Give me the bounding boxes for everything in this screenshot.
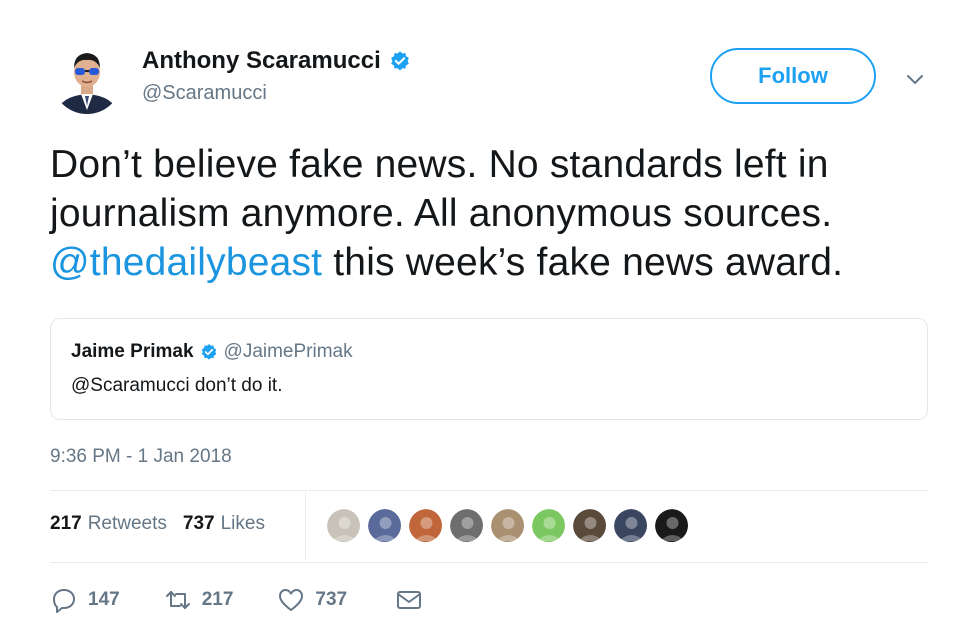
tweet-text: Don’t believe fake news. No standards le…	[50, 140, 930, 287]
liker-avatar-icon[interactable]	[326, 508, 361, 543]
heart-icon	[279, 589, 304, 611]
liker-avatar-icon[interactable]	[531, 508, 566, 543]
reply-icon	[53, 589, 75, 613]
quoted-author-handle: @JaimePrimak	[223, 341, 353, 362]
likes-label[interactable]: Likes	[221, 513, 265, 535]
reply-button[interactable]: 147	[50, 586, 120, 614]
tweet-text-before: Don’t believe fake news. No standards le…	[50, 143, 833, 235]
divider	[50, 490, 928, 491]
quoted-author-name: Jaime Primak	[71, 341, 194, 362]
author-name[interactable]: Anthony Scaramucci	[142, 46, 381, 76]
reply-count: 147	[88, 589, 120, 610]
direct-message-button[interactable]	[395, 586, 423, 614]
author-info: Anthony Scaramucci @Scaramucci	[142, 46, 411, 105]
retweet-button[interactable]: 217	[164, 586, 234, 614]
liker-avatar-icon[interactable]	[654, 508, 689, 543]
retweet-count: 217	[201, 589, 234, 610]
liker-avatar-icon[interactable]	[490, 508, 525, 543]
verified-badge-icon	[390, 51, 409, 71]
stats-divider	[305, 492, 306, 560]
liker-avatar-icon[interactable]	[572, 508, 607, 543]
liker-avatar-icon[interactable]	[449, 508, 484, 543]
likes-count[interactable]: 737	[183, 513, 215, 535]
follow-button[interactable]: Follow	[710, 48, 876, 104]
chevron-down-icon[interactable]	[904, 68, 926, 90]
liker-avatar-icon[interactable]	[613, 508, 648, 543]
like-count: 737	[315, 589, 348, 610]
quoted-tweet-text: @Scaramucci don’t do it.	[71, 375, 283, 396]
likers-avatars	[326, 508, 689, 543]
user-avatar-icon	[52, 44, 122, 114]
author-handle[interactable]: @Scaramucci	[142, 82, 411, 105]
divider	[50, 562, 928, 563]
retweets-label[interactable]: Retweets	[88, 513, 167, 535]
verified-badge-icon	[201, 344, 216, 360]
liker-avatar-icon[interactable]	[408, 508, 443, 543]
tweet-text-after: this week’s fake news award.	[322, 241, 844, 284]
engagement-stats: 217 Retweets 737 Likes	[50, 513, 265, 535]
mention-link[interactable]: @thedailybeast	[50, 241, 322, 284]
tweet-actions: 147 217 737	[50, 586, 423, 614]
quoted-tweet[interactable]: Jaime Primak @JaimePrimak @Scaramucci do…	[50, 318, 928, 420]
like-button[interactable]: 737	[277, 586, 347, 614]
liker-avatar-icon[interactable]	[367, 508, 402, 543]
tweet-timestamp[interactable]: 9:36 PM - 1 Jan 2018	[50, 446, 232, 468]
retweet-icon	[165, 591, 190, 609]
author-avatar[interactable]	[52, 44, 122, 114]
tweet-card: Anthony Scaramucci @Scaramucci Follow Do…	[0, 0, 980, 626]
envelope-icon	[397, 591, 422, 609]
retweets-count[interactable]: 217	[50, 513, 82, 535]
